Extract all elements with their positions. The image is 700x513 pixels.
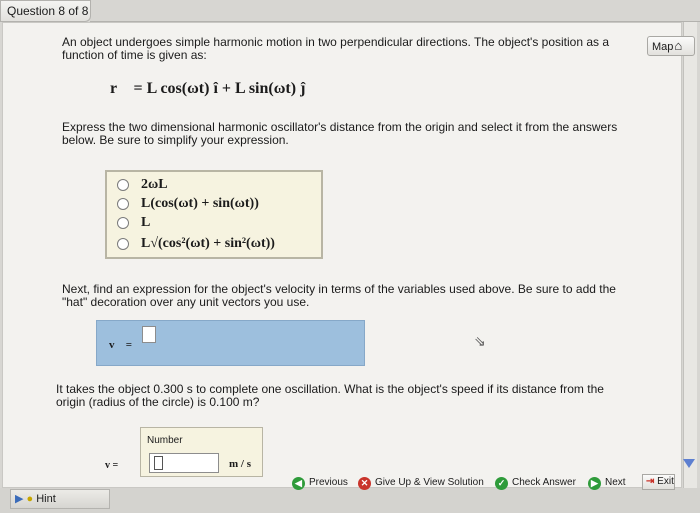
give-up-button[interactable]: ✕ Give Up & View Solution [358, 474, 484, 492]
top-divider [90, 14, 700, 22]
exit-label: Exit [657, 476, 674, 487]
question-counter: Question 8 of 8 [7, 4, 89, 18]
intro-line-2: function of time is given as: [62, 48, 207, 62]
choice-label: L(cos(ωt) + sin(ωt)) [141, 196, 259, 211]
radio-button[interactable] [117, 217, 129, 229]
radio-button[interactable] [117, 238, 129, 250]
map-icon: ⌂ [674, 38, 683, 53]
velocity-vector-label: v⃗ = [109, 339, 133, 351]
next-arrow-icon: ▶ [588, 476, 601, 490]
part1-line-2: below. Be sure to simplify your expressi… [62, 133, 289, 147]
scroll-down-arrow[interactable] [683, 459, 695, 468]
scrollbar[interactable] [683, 22, 697, 492]
next-label: Next [605, 477, 626, 488]
check-answer-button[interactable]: ✓ Check Answer [495, 474, 576, 492]
text-cursor-box [154, 456, 163, 470]
radio-button[interactable] [117, 198, 129, 210]
choice-label: L√(cos²(ωt) + sin²(ωt)) [141, 236, 275, 251]
give-up-label: Give Up & View Solution [375, 477, 484, 488]
give-up-icon: ✕ [358, 476, 371, 490]
mouse-cursor-icon: ⇘ [474, 333, 486, 349]
speed-number-input[interactable] [149, 453, 219, 473]
speed-variable-label: v = [105, 460, 119, 471]
previous-label: Previous [309, 477, 348, 488]
play-icon: ▶ [15, 493, 24, 505]
choice-3[interactable]: L [117, 214, 150, 232]
part2-line-2: "hat" decoration over any unit vectors y… [62, 295, 310, 309]
position-equation: r⃗ = L cos(ωt) î + L sin(ωt) ĵ [110, 80, 306, 97]
speed-answer-box: Number v = m / s [105, 427, 263, 477]
choice-2[interactable]: L(cos(ωt) + sin(ωt)) [117, 195, 259, 213]
back-arrow-icon: ◀ [292, 476, 305, 490]
map-label: Map [652, 41, 674, 53]
lightbulb-icon: ● [26, 493, 34, 505]
choice-label: 2ωL [141, 177, 168, 192]
answer-choices: 2ωL L(cos(ωt) + sin(ωt)) L L√(cos²(ωt) +… [105, 170, 323, 259]
choice-1[interactable]: 2ωL [117, 176, 168, 194]
hint-button[interactable]: ▶ ● Hint [10, 489, 110, 509]
question-tab[interactable]: Question 8 of 8 [0, 0, 91, 22]
hint-label: Hint [36, 493, 56, 505]
part3-line-2: origin (radius of the circle) is 0.100 m… [56, 395, 260, 409]
choice-4[interactable]: L√(cos²(ωt) + sin²(ωt)) [117, 235, 275, 253]
previous-button[interactable]: ◀ Previous [292, 474, 348, 492]
check-icon: ✓ [495, 476, 508, 490]
velocity-answer-box[interactable]: v⃗ = [96, 320, 365, 366]
question-panel [2, 22, 682, 488]
check-answer-label: Check Answer [512, 477, 576, 488]
next-button[interactable]: ▶ Next [588, 474, 626, 492]
number-label: Number [147, 435, 183, 446]
exit-button[interactable]: ⇥ Exit [642, 474, 675, 490]
map-button[interactable]: Map⌂ [647, 36, 695, 56]
velocity-expression-input[interactable] [142, 326, 156, 343]
speed-unit: m / s [229, 458, 251, 470]
radio-button[interactable] [117, 179, 129, 191]
choice-label: L [141, 215, 151, 230]
exit-icon: ⇥ [646, 476, 655, 487]
